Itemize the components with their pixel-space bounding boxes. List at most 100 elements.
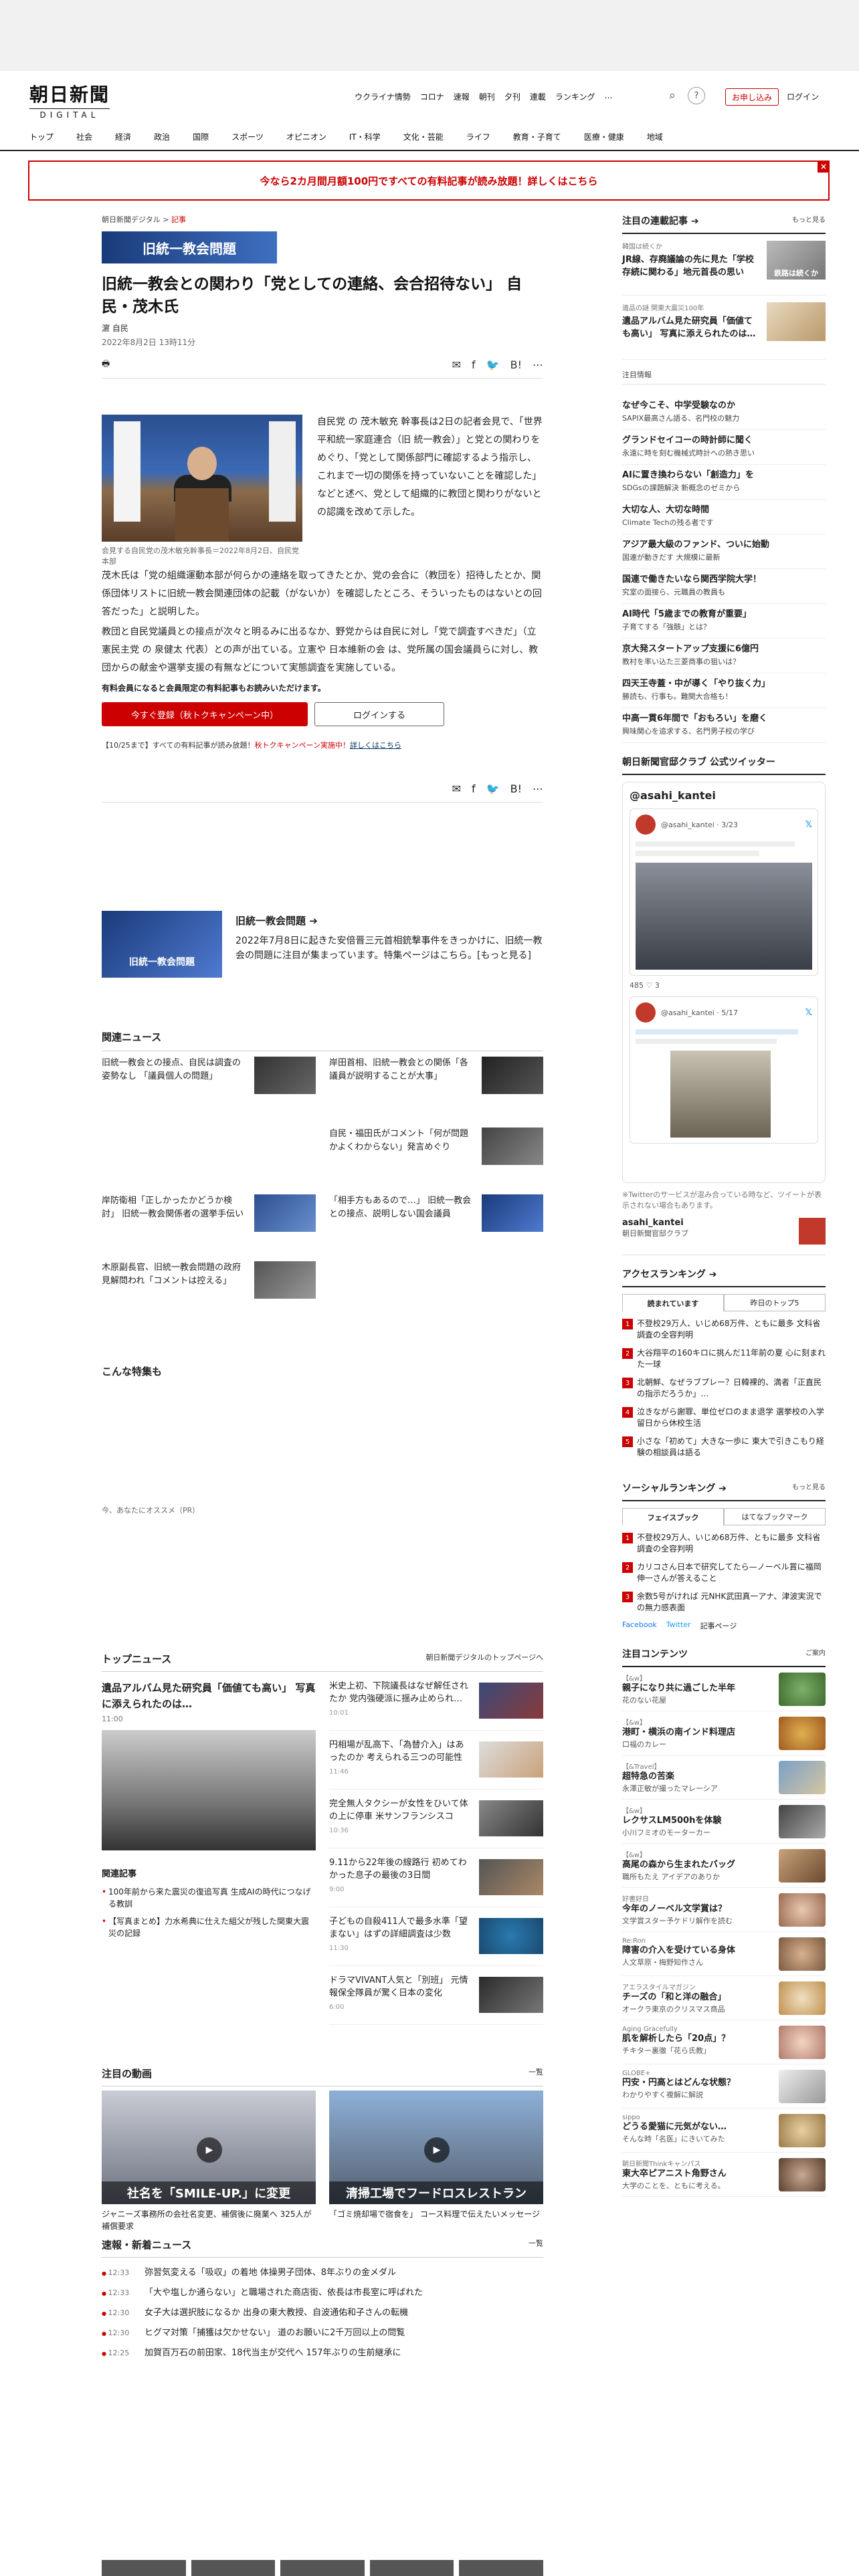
top-news-item[interactable]: ドラマVIVANT人気と「別班」 元情報保全隊員が驚く日本の変化 6:00 bbox=[329, 1974, 543, 2025]
cat-health[interactable]: 医療・健康 bbox=[584, 127, 624, 150]
access-ranking-heading[interactable]: アクセスランキング ➔ bbox=[622, 1267, 717, 1281]
article-author[interactable]: 濵 自民 bbox=[102, 322, 543, 334]
twitter-icon[interactable]: 🐦 bbox=[486, 782, 500, 795]
play-icon[interactable]: ▶ bbox=[424, 2137, 450, 2163]
login-button[interactable]: ログインする bbox=[314, 702, 444, 726]
strip-thumb[interactable] bbox=[369, 2560, 454, 2576]
top-news-main-title[interactable]: 遺品アルバム見た研究員「価値ても高い」 写真に添えられたのは… bbox=[102, 1680, 316, 1712]
ad-item[interactable]: アジア最大級のファンド、ついに始動 国連が動きだす 大規模に最新 bbox=[622, 534, 826, 569]
cat-international[interactable]: 国際 bbox=[193, 127, 209, 150]
ad-item[interactable]: なぜ今こそ、中学受験なのか SAPIX最高さん語る、名門校の魅力 bbox=[622, 395, 826, 430]
cat-society[interactable]: 社会 bbox=[76, 127, 92, 150]
register-button[interactable]: 今すぐ登録（秋トクキャンペーン中） bbox=[102, 702, 308, 726]
content-item[interactable]: sippo どうる愛猫に元気がない… そんな時「名医」にきいてみた bbox=[622, 2109, 826, 2153]
top-news-item[interactable]: 円相場が乱高下、「為替介入」はあったのか 考えられる三つの可能性 11:46 bbox=[329, 1739, 543, 1790]
related-item[interactable]: 自民・福田氏がコメント「何が問題かよくわからない」発言めぐり bbox=[329, 1128, 543, 1181]
content-item[interactable]: 【&w】 レクサスLM500hを体験 小川フミオのモーターカー bbox=[622, 1800, 826, 1844]
cat-politics[interactable]: 政治 bbox=[154, 127, 170, 150]
cat-education[interactable]: 教育・子育て bbox=[513, 127, 561, 150]
close-icon[interactable]: × bbox=[818, 160, 830, 173]
social-ranking-heading[interactable]: ソーシャルランキング ➔ bbox=[622, 1481, 727, 1495]
tweet-handle[interactable]: @asahi_kantei · 3/23 bbox=[661, 821, 738, 829]
facebook-icon[interactable]: f bbox=[472, 358, 476, 371]
subscribe-button[interactable]: お申し込み bbox=[725, 88, 779, 106]
feature-box[interactable]: 旧統一教会問題 旧統一教会問題 ➔ 2022年7月8日に起きた安倍晋三元首相銃撃… bbox=[102, 911, 543, 998]
tweet-card[interactable]: @asahi_kantei · 3/23 𝕏 bbox=[630, 809, 818, 976]
ad-item[interactable]: グランドセイコーの時計師に聞く 永遠に時を刻む機械式時計への熱き思い bbox=[622, 430, 826, 465]
cat-region[interactable]: 地域 bbox=[647, 127, 663, 150]
topnav-flash[interactable]: 速報 bbox=[454, 91, 470, 102]
video-more-link[interactable]: 一覧 bbox=[529, 2066, 543, 2080]
cat-it[interactable]: IT・科学 bbox=[349, 127, 381, 150]
twitter-account-name[interactable]: asahi_kantei bbox=[622, 1218, 826, 1228]
flash-more-link[interactable]: 一覧 bbox=[529, 2238, 543, 2252]
content-item[interactable]: Aging Gracefully 肌を解析したら「20点」？ チキター裏徹「花ら氏教… bbox=[622, 2020, 826, 2064]
print-icon[interactable]: 🖶 bbox=[102, 358, 110, 372]
breadcrumb-article[interactable]: 記事 bbox=[171, 215, 186, 224]
ad-item[interactable]: 国連で働きたいなら関西学院大学！ 究室の面接ら、元職員の教員も bbox=[622, 569, 826, 604]
ranking-item[interactable]: 5 小さな「初めて」大きな一歩に 東大で引きこもり経験の相談員は語る bbox=[622, 1436, 826, 1459]
tab-hatena[interactable]: はてなブックマーク bbox=[724, 1508, 826, 1525]
cat-economy[interactable]: 経済 bbox=[115, 127, 131, 150]
mail-icon[interactable]: ✉ bbox=[452, 358, 461, 371]
club-heading[interactable]: 朝日新聞官邸クラブ 公式ツイッター bbox=[622, 755, 775, 768]
series-item[interactable]: 韓国は続くか JR線、存廃議論の先に見た「学校存続に関わる」地元首長の思い 鉄路… bbox=[622, 234, 826, 296]
topnav-evening[interactable]: 夕刊 bbox=[504, 91, 520, 102]
help-icon[interactable]: ? bbox=[688, 87, 705, 104]
twitter-widget[interactable]: @asahi_kantei @asahi_kantei · 3/23 𝕏 485… bbox=[622, 782, 826, 1183]
ad-item[interactable]: 中高一貫6年間で「おもろい」を磨く 興味関心を追求する、名門男子校の学び bbox=[622, 708, 826, 743]
content-item[interactable]: 【&w】 親子になり共に過ごした半年 花のない花屋 bbox=[622, 1667, 826, 1711]
article-photo[interactable] bbox=[102, 415, 302, 542]
strip-thumb[interactable] bbox=[191, 2560, 276, 2576]
top-news-item[interactable]: 子どもの自殺411人で最多水準「望まない」はずの詳細調査は少数 11:30 bbox=[329, 1915, 543, 1966]
series-item[interactable]: 遺品の謎 関東大震災100年 遺品アルバム見た研究員「価値ても高い」 写真に添え… bbox=[622, 296, 826, 360]
topnav-more[interactable]: … bbox=[604, 91, 612, 102]
content-item[interactable]: Re:Ron 障害の介入を受けている身体 人文草原・梅野知作さん bbox=[622, 1932, 826, 1976]
ad-item[interactable]: AIに置き換わらない「創造力」を SDGsの課題解決 新概念のゼミから bbox=[622, 465, 826, 500]
feature-image[interactable]: 旧統一教会問題 bbox=[102, 911, 222, 978]
flash-item[interactable]: 12:25 加賀百万石の前田家、18代当主が交代へ 157年ぶりの生前継承に bbox=[102, 2343, 543, 2363]
tweet-counts[interactable]: 485 ♡ 3 bbox=[630, 981, 818, 990]
ad-item[interactable]: 京大発スタートアップ支援に6億円 教村を率い込た三菱商事の狙いは？ bbox=[622, 639, 826, 673]
campaign-line[interactable]: 【10/25まで】すべての有料記事が読み放題！秋トクキャンペーン実施中！詳しくは… bbox=[102, 740, 543, 750]
flash-item[interactable]: 12:33 「大や塩しか通らない」と職場された商店街、依長は市長室に呼ばれた bbox=[102, 2283, 543, 2303]
cat-sports[interactable]: スポーツ bbox=[231, 127, 264, 150]
content-item[interactable]: 【&Travel】 超特急の苦楽 永澤正敏が撮ったマレーシア bbox=[622, 1755, 826, 1800]
strip-thumb[interactable] bbox=[280, 2560, 365, 2576]
hatena-icon[interactable]: B! bbox=[510, 782, 522, 795]
cat-opinion[interactable]: オピニオン bbox=[286, 127, 326, 150]
topnav-morning[interactable]: 朝刊 bbox=[479, 91, 495, 102]
video-item[interactable]: 清掃工場でフードロスレストラン ▶ 「ゴミ焼却場で宿食を」 コース料理で伝えたい… bbox=[329, 2090, 543, 2219]
ranking-item[interactable]: 1 不登校29万人、いじめ68万件、ともに最多 文科省調査の全容判明 bbox=[622, 1532, 826, 1555]
flash-item[interactable]: 12:30 ヒグマ対策「捕獲は欠かせない」 道のお願いに2千万回以上の問覧 bbox=[102, 2323, 543, 2343]
topnav-corona[interactable]: コロナ bbox=[420, 91, 444, 102]
contents-more[interactable]: ご案内 bbox=[805, 1647, 826, 1660]
more-icon[interactable]: ⋯ bbox=[533, 782, 543, 795]
content-item[interactable]: GLOBE+ 円安・円高とはどんな状態？ わかりやすく複解に解説 bbox=[622, 2064, 826, 2109]
twitter-logo-icon[interactable]: 𝕏 bbox=[805, 820, 812, 830]
related-item[interactable]: 木原副長官、旧統一教会問題の政府見解問われ「コメントは控える」 bbox=[102, 1261, 316, 1315]
related-article[interactable]: 100年前から来た震災の復追写真 生成AIの時代につなげる教訓 bbox=[102, 1886, 316, 1910]
topnav-ranking[interactable]: ランキング bbox=[555, 91, 595, 102]
more-icon[interactable]: ⋯ bbox=[533, 358, 543, 371]
social-more[interactable]: もっと見る bbox=[792, 1481, 826, 1495]
ranking-item[interactable]: 3 余数5号がければ 元NHK武田真一アナ、津波実況での無力感表面 bbox=[622, 1591, 826, 1614]
mail-icon[interactable]: ✉ bbox=[452, 782, 461, 795]
hatena-icon[interactable]: B! bbox=[510, 358, 522, 371]
cat-culture[interactable]: 文化・芸能 bbox=[403, 127, 444, 150]
strip-thumb[interactable] bbox=[102, 2560, 186, 2576]
flash-item[interactable]: 12:30 女子大は選択肢になるか 出身の東大教授、自波通佑和子さんの転機 bbox=[102, 2303, 543, 2323]
twitter-account[interactable]: asahi_kantei 朝日新聞官邸クラブ bbox=[622, 1218, 826, 1255]
top-news-link[interactable]: 朝日新聞デジタルのトップページへ bbox=[425, 1652, 543, 1666]
series-heading[interactable]: 注目の連載記事 ➔ bbox=[622, 214, 699, 227]
breadcrumb-home[interactable]: 朝日新聞デジタル bbox=[102, 215, 161, 224]
campaign-banner[interactable]: 今なら2カ月間月額100円ですべての有料記事が読み放題！詳しくはこちら × bbox=[28, 160, 830, 201]
video-item[interactable]: 社名を「SMILE-UP.」に変更 ▶ ジャニーズ事務所の会社名変更、補償後に廃… bbox=[102, 2090, 316, 2231]
tab-facebook[interactable]: フェイスブック bbox=[622, 1508, 724, 1525]
related-item[interactable]: 岸田首相、旧統一教会との関係「各議員が説明することが大事」 bbox=[329, 1057, 543, 1110]
top-news-item[interactable]: 9.11から22年後の線路行 初めてわかった息子の最後の3日間 9:00 bbox=[329, 1856, 543, 1907]
tab-yesterday-top5[interactable]: 昨日のトップ5 bbox=[724, 1294, 826, 1311]
tweet-photo[interactable] bbox=[636, 863, 812, 970]
twitter-icon[interactable]: 🐦 bbox=[486, 358, 500, 371]
topnav-ukraine[interactable]: ウクライナ情勢 bbox=[355, 91, 411, 102]
